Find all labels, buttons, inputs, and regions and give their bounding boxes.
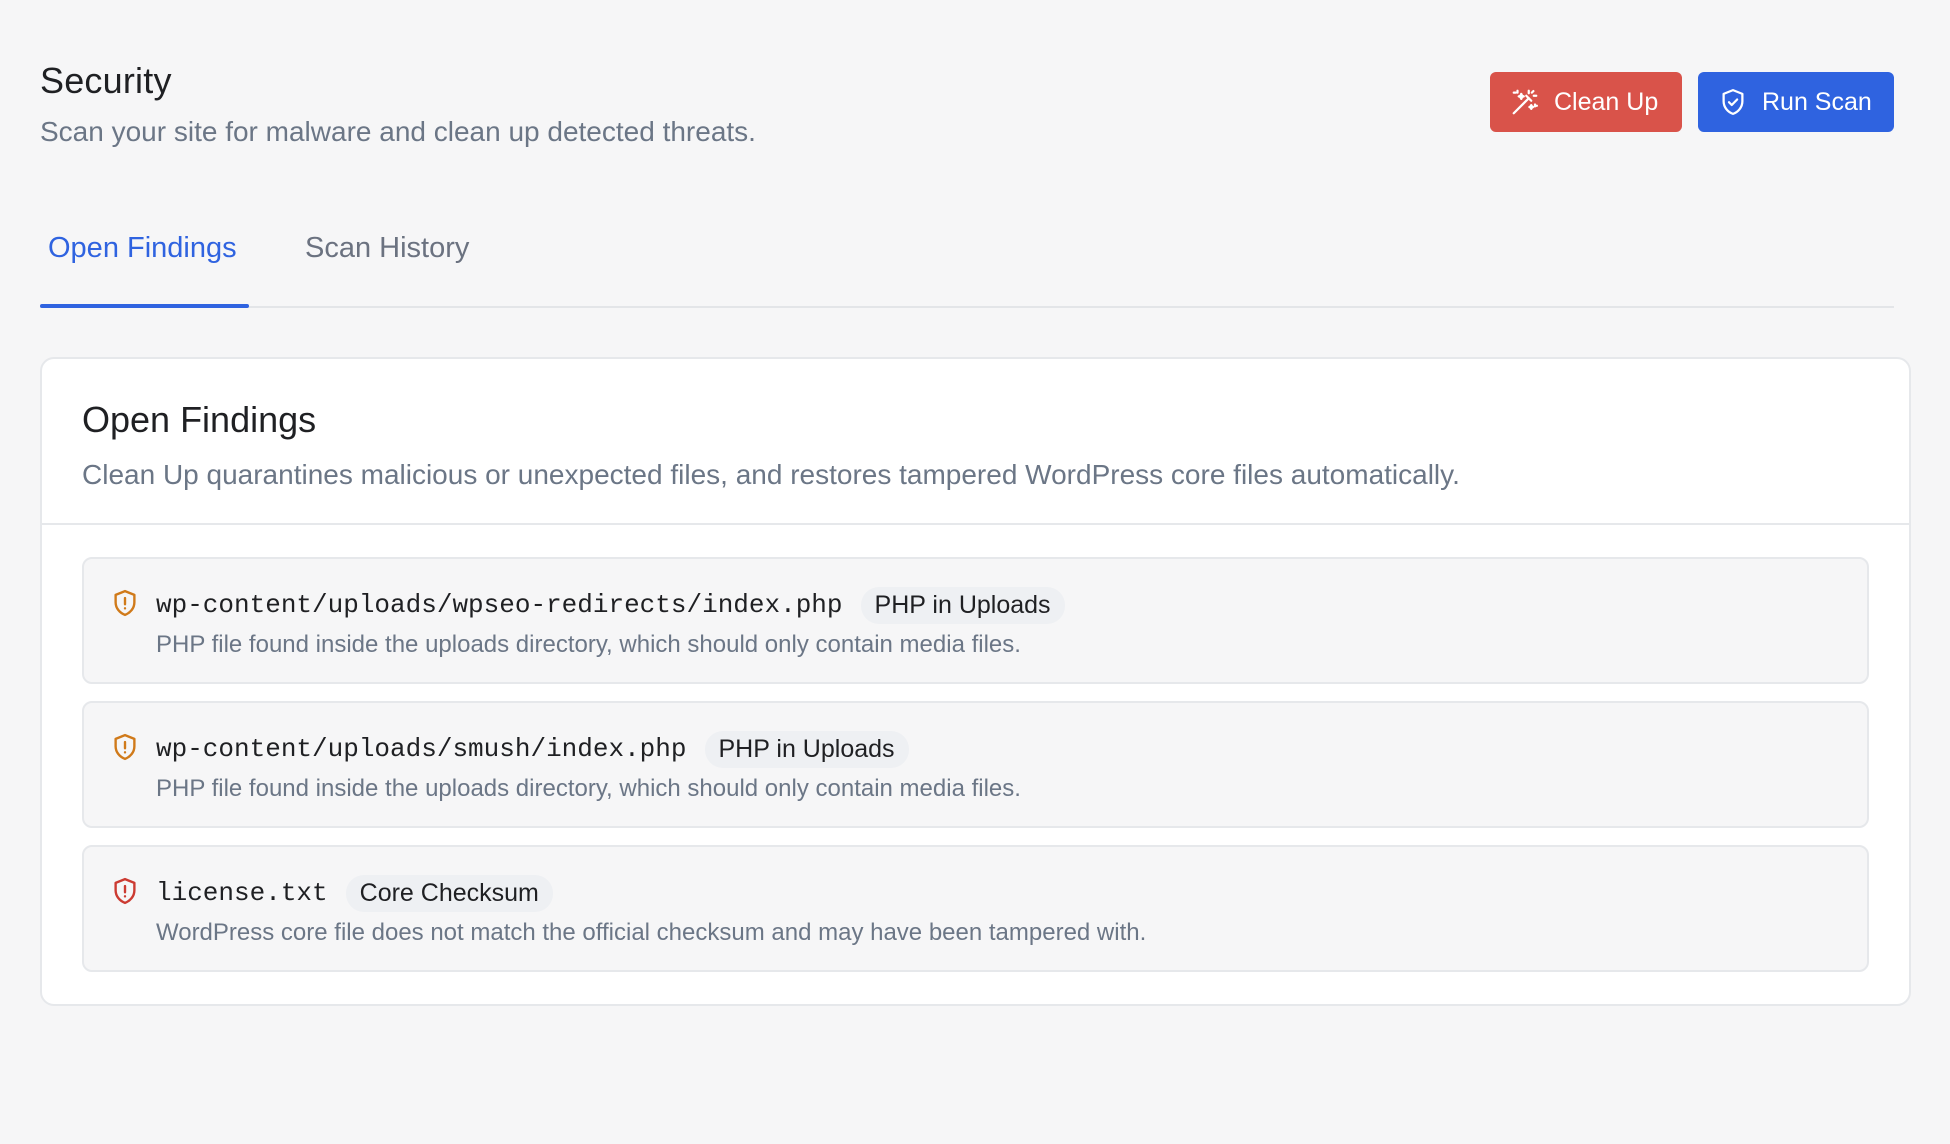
finding-description: PHP file found inside the uploads direct… bbox=[156, 775, 1021, 802]
header-actions: Clean Up Run Scan bbox=[1490, 72, 1894, 132]
run-scan-button[interactable]: Run Scan bbox=[1698, 72, 1894, 132]
shield-alert-icon bbox=[114, 589, 136, 617]
shield-alert-icon bbox=[114, 877, 136, 905]
finding-path: wp-content/uploads/smush/index.php bbox=[156, 734, 687, 764]
active-tab-indicator bbox=[40, 304, 249, 308]
finding-tag: PHP in Uploads bbox=[704, 730, 909, 768]
finding-description: PHP file found inside the uploads direct… bbox=[156, 631, 1021, 658]
finding-path: wp-content/uploads/wpseo-redirects/index… bbox=[156, 590, 843, 620]
finding-item[interactable]: wp-content/uploads/wpseo-redirects/index… bbox=[82, 557, 1869, 684]
magic-wand-icon bbox=[1512, 89, 1538, 115]
card-header: Open Findings Clean Up quarantines malic… bbox=[42, 359, 1909, 525]
finding-header: wp-content/uploads/wpseo-redirects/index… bbox=[156, 586, 1839, 624]
open-findings-card: Open Findings Clean Up quarantines malic… bbox=[40, 357, 1911, 1006]
finding-header: license.txt Core Checksum bbox=[156, 874, 1839, 912]
card-description: Clean Up quarantines malicious or unexpe… bbox=[82, 459, 1460, 490]
tab-scan-history[interactable]: Scan History bbox=[305, 232, 469, 265]
finding-item[interactable]: license.txt Core Checksum WordPress core… bbox=[82, 845, 1869, 972]
card-title: Open Findings bbox=[82, 399, 317, 440]
tab-open-findings[interactable]: Open Findings bbox=[48, 232, 237, 265]
finding-header: wp-content/uploads/smush/index.php PHP i… bbox=[156, 730, 1839, 768]
page-header: Security Scan your site for malware and … bbox=[40, 0, 1910, 180]
findings-list: wp-content/uploads/wpseo-redirects/index… bbox=[42, 525, 1909, 972]
tab-bar: Open Findings Scan History bbox=[40, 180, 1894, 308]
page-title: Security bbox=[40, 60, 172, 101]
clean-up-button[interactable]: Clean Up bbox=[1490, 72, 1682, 132]
finding-path: license.txt bbox=[156, 878, 328, 908]
finding-tag: PHP in Uploads bbox=[860, 586, 1065, 624]
shield-alert-icon bbox=[114, 733, 136, 761]
page-subtitle: Scan your site for malware and clean up … bbox=[40, 116, 756, 147]
security-page: Security Scan your site for malware and … bbox=[0, 0, 1950, 1144]
finding-item[interactable]: wp-content/uploads/smush/index.php PHP i… bbox=[82, 701, 1869, 828]
finding-tag: Core Checksum bbox=[345, 874, 553, 912]
finding-description: WordPress core file does not match the o… bbox=[156, 919, 1147, 946]
run-scan-label: Run Scan bbox=[1762, 87, 1872, 116]
clean-up-label: Clean Up bbox=[1554, 87, 1659, 116]
shield-check-icon bbox=[1722, 89, 1744, 115]
